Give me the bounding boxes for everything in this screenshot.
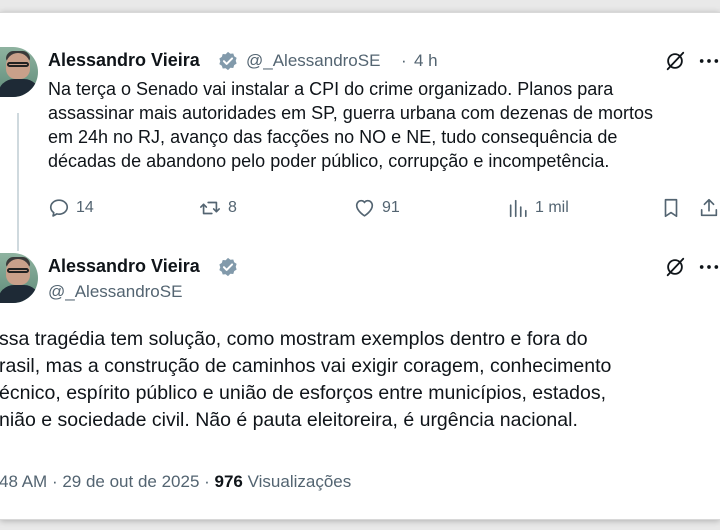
views-count: 976 (214, 472, 243, 491)
reply-icon[interactable] (48, 197, 70, 219)
verified-badge-icon (219, 51, 237, 71)
reply-count: 14 (76, 199, 94, 216)
views-chart-icon[interactable] (507, 197, 529, 219)
tweet-text-line: décadas de abandono pelo poder público, … (48, 151, 610, 171)
grok-icon[interactable] (664, 50, 686, 72)
tweet-card: Alessandro Vieira @_AlessandroSE · 4 h N… (0, 12, 720, 520)
author-handle[interactable]: @_AlessandroSE (246, 51, 380, 71)
views-count: 1 mil (535, 199, 569, 216)
repost-count: 8 (228, 199, 237, 216)
tweet-text-line: rasil, mas a construção de caminhos vai … (0, 355, 612, 377)
bookmark-icon[interactable] (660, 197, 682, 219)
tweet-date[interactable]: · 29 de out de 2025 · (52, 472, 210, 491)
views-label: Visualizações (247, 472, 352, 491)
author-avatar[interactable] (0, 47, 38, 97)
author-avatar[interactable] (0, 253, 38, 303)
tweet-text-line: em 24h no RJ, avanço das facções no NO e… (48, 127, 618, 147)
separator-dot: · (401, 51, 407, 70)
tweet-timestamp-row: 48 AM · 29 de out de 2025 · 976 Visualiz… (0, 472, 351, 492)
more-options-icon[interactable] (698, 256, 720, 278)
verified-badge-icon (219, 257, 237, 277)
tweet-text-line: Na terça o Senado vai instalar a CPI do … (48, 79, 614, 99)
author-name[interactable]: Alessandro Vieira (48, 256, 200, 277)
tweet-text-line: assassinar mais autoridades em SP, guerr… (48, 103, 653, 123)
tweet-text-line: nião e sociedade civil. Não é pauta elei… (0, 409, 578, 431)
author-name[interactable]: Alessandro Vieira (48, 50, 200, 71)
thread-line (17, 113, 19, 251)
repost-icon[interactable] (198, 197, 222, 219)
tweet-time[interactable]: 48 AM (0, 472, 47, 491)
share-icon[interactable] (698, 197, 720, 219)
tweet-time[interactable]: 4 h (414, 51, 438, 71)
more-options-icon[interactable] (698, 50, 720, 72)
like-count: 91 (382, 199, 400, 216)
grok-icon[interactable] (664, 256, 686, 278)
heart-icon[interactable] (353, 197, 376, 219)
tweet-text-line: écnico, espírito público e união de esfo… (0, 382, 607, 404)
author-handle[interactable]: @_AlessandroSE (48, 282, 182, 302)
tweet-text-line: ssa tragédia tem solução, como mostram e… (0, 328, 588, 350)
